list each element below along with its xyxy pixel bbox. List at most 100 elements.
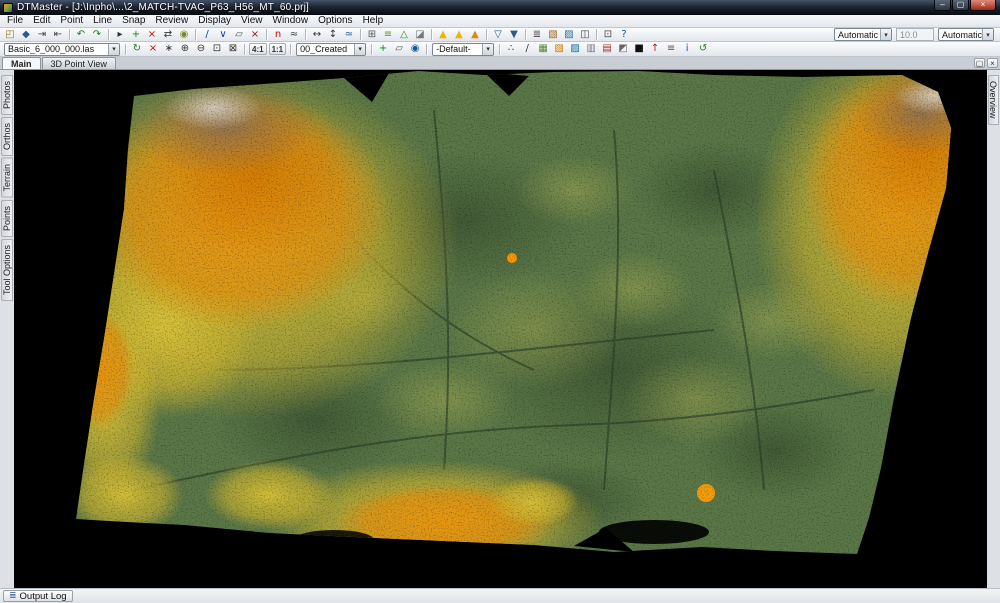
color-table-button[interactable]: ▧ — [545, 28, 561, 41]
menu-edit[interactable]: Edit — [28, 15, 55, 27]
panel-tab-tool-options[interactable]: Tool Options — [1, 239, 13, 301]
reload-file-button[interactable]: ↻ — [129, 43, 145, 56]
tin-icon: △ — [400, 30, 408, 40]
move-point-button[interactable]: ⇄ — [160, 28, 176, 41]
classify-point-button[interactable]: ◉ — [176, 28, 192, 41]
new-layer-button[interactable]: + — [375, 43, 391, 56]
zoom-1-1-button[interactable]: 1:1 — [269, 43, 287, 55]
close-button[interactable]: × — [970, 0, 996, 11]
close-file-button[interactable]: × — [145, 43, 161, 56]
zoom-window-button[interactable]: ⊡ — [209, 43, 225, 56]
select-tool-button[interactable]: ▸ — [112, 28, 128, 41]
menu-file[interactable]: File — [2, 15, 28, 27]
panel-tab-points[interactable]: Points — [1, 200, 13, 237]
panel-tab-orthos[interactable]: Orthos — [1, 117, 13, 156]
menu-help[interactable]: Help — [358, 15, 389, 27]
edit-layer-icon: ▱ — [395, 44, 403, 54]
measure-height-button[interactable]: ↕ — [325, 28, 341, 41]
redo-button[interactable]: ↷ — [89, 28, 105, 41]
menu-snap[interactable]: Snap — [117, 15, 150, 27]
view-info-button[interactable]: i — [679, 43, 695, 56]
delete-line-button[interactable]: × — [247, 28, 263, 41]
measure-distance-button[interactable]: ↔ — [309, 28, 325, 41]
color-rgb-button[interactable]: ▤ — [599, 43, 615, 56]
import-button[interactable]: ⇥ — [34, 28, 50, 41]
shading-button[interactable]: ◩ — [615, 43, 631, 56]
float-view-button[interactable]: ▢ — [974, 58, 985, 68]
zoom-out-button[interactable]: ⊖ — [193, 43, 209, 56]
panel-tab-overview[interactable]: Overview — [988, 75, 999, 125]
stereo-view-button[interactable]: ◫ — [577, 28, 593, 41]
texture-button[interactable]: ▨ — [561, 28, 577, 41]
profile-button[interactable]: ≃ — [341, 28, 357, 41]
north-arrow-button[interactable]: ↑ — [647, 43, 663, 56]
toolbar-separator — [525, 29, 526, 40]
zoom-in-button[interactable]: ⊕ — [177, 43, 193, 56]
refresh-view-button[interactable]: ↺ — [695, 43, 711, 56]
tin-button[interactable]: △ — [396, 28, 412, 41]
minimize-button[interactable]: – — [934, 0, 951, 11]
draw-line-button[interactable]: / — [199, 28, 215, 41]
active-file-combo[interactable]: Basic_6_000_000.las▾ — [4, 43, 120, 56]
check-points-button[interactable]: ▲ — [435, 28, 451, 41]
color-by-elevation-button[interactable]: ▧ — [551, 43, 567, 56]
new-layer-icon: + — [379, 44, 387, 54]
contours-button[interactable]: ≡ — [380, 28, 396, 41]
smooth-button[interactable]: ≈ — [286, 28, 302, 41]
check-lines-button[interactable]: ▲ — [451, 28, 467, 41]
undo-button[interactable]: ↶ — [73, 28, 89, 41]
grid-button[interactable]: ⊞ — [364, 28, 380, 41]
display-lines-button[interactable]: / — [519, 43, 535, 56]
menu-window[interactable]: Window — [268, 15, 314, 27]
menu-point[interactable]: Point — [55, 15, 88, 27]
display-style-combo[interactable]: -Default-▾ — [432, 43, 494, 56]
color-by-class-button[interactable]: ▨ — [567, 43, 583, 56]
edit-layer-button[interactable]: ▱ — [391, 43, 407, 56]
menu-display[interactable]: Display — [193, 15, 236, 27]
display-surface-button[interactable]: ▦ — [535, 43, 551, 56]
hillshade-button[interactable]: ◪ — [412, 28, 428, 41]
pan-button[interactable]: ∗ — [161, 43, 177, 56]
snap-tolerance-input[interactable] — [896, 28, 934, 41]
open-project-button[interactable]: ◰ — [2, 28, 18, 41]
interpolation-mode-combo[interactable]: Automatic▾ — [938, 28, 994, 41]
filter-button[interactable]: ▽ — [490, 28, 506, 41]
menu-bar: FileEditPointLineSnapReviewDisplayViewWi… — [0, 15, 1000, 28]
export-button[interactable]: ⇤ — [50, 28, 66, 41]
menu-review[interactable]: Review — [150, 15, 193, 27]
display-surface-icon: ▦ — [538, 44, 547, 54]
delete-point-button[interactable]: × — [144, 28, 160, 41]
tab-main[interactable]: Main — [2, 57, 41, 69]
titlebar[interactable]: DTMaster - [J:\Inpho\...\2_MATCH-TVAC_P6… — [0, 0, 1000, 15]
show-ruler-button[interactable]: ≡ — [663, 43, 679, 56]
check-warnings-button[interactable]: ▲ — [467, 28, 483, 41]
add-point-button[interactable]: + — [128, 28, 144, 41]
panel-tab-photos[interactable]: Photos — [1, 75, 13, 115]
morphological-filter-button[interactable]: ▼ — [506, 28, 522, 41]
menu-view[interactable]: View — [236, 15, 268, 27]
zoom-fit-button[interactable]: ⊠ — [225, 43, 241, 56]
menu-line[interactable]: Line — [88, 15, 117, 27]
maximize-button[interactable]: ▢ — [952, 0, 969, 11]
layers-button[interactable]: ≣ — [529, 28, 545, 41]
toolbar-separator — [266, 29, 267, 40]
panel-tab-terrain[interactable]: Terrain — [1, 158, 13, 198]
help-button[interactable]: ? — [616, 28, 632, 41]
interpolate-button[interactable]: n — [270, 28, 286, 41]
snap-mode-combo[interactable]: Automatic▾ — [834, 28, 892, 41]
close-view-button[interactable]: × — [987, 58, 998, 68]
output-log-button[interactable]: ≣ Output Log — [3, 590, 73, 602]
zoom-4-1-button[interactable]: 4:1 — [249, 43, 267, 55]
background-color-button[interactable]: ■ — [631, 43, 647, 56]
point-cloud-viewport[interactable] — [14, 70, 987, 588]
tab-3d-point-view[interactable]: 3D Point View — [42, 57, 116, 69]
layer-combo[interactable]: 00_Created▾ — [296, 43, 366, 56]
snapshot-button[interactable]: ⊡ — [600, 28, 616, 41]
menu-options[interactable]: Options — [313, 15, 357, 27]
draw-polyline-button[interactable]: ∨ — [215, 28, 231, 41]
display-points-button[interactable]: ∴ — [503, 43, 519, 56]
layer-visibility-button[interactable]: ◉ — [407, 43, 423, 56]
save-button[interactable]: ◆ — [18, 28, 34, 41]
edit-line-button[interactable]: ▱ — [231, 28, 247, 41]
color-by-intensity-button[interactable]: ▥ — [583, 43, 599, 56]
